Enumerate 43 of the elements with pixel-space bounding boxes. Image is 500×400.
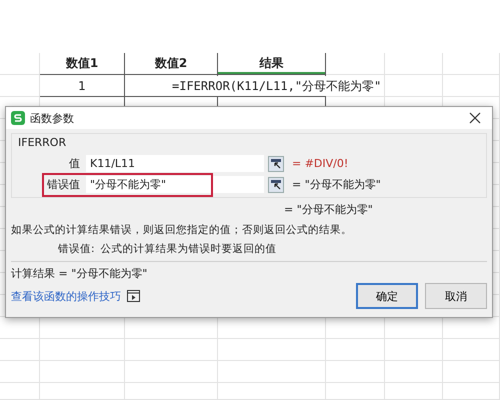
grid-cell — [326, 53, 385, 75]
formula-result: = "分母不能为零" — [284, 202, 374, 217]
grid-cell — [0, 339, 40, 361]
help-link[interactable]: 查看该函数的操作技巧 — [11, 288, 121, 304]
argument-result: = #DIV/0! — [292, 157, 348, 170]
argument-help-label: 错误值: — [58, 242, 95, 256]
table-cell: 1 — [40, 75, 125, 97]
argument-label: 错误值 — [46, 177, 81, 192]
grid-cell — [385, 53, 443, 75]
grid-cell — [443, 339, 500, 361]
app-logo-icon — [11, 111, 25, 125]
argument-result: = "分母不能为零" — [292, 177, 381, 192]
argument-help-text: 公式的计算结果为错误时要返回的值 — [100, 242, 277, 256]
grid-cell — [443, 53, 500, 75]
ok-button[interactable]: 确定 — [356, 283, 418, 309]
cell-reference-button[interactable] — [268, 156, 284, 172]
grid-cell — [0, 361, 40, 383]
cancel-button[interactable]: 取消 — [425, 283, 487, 309]
grid-cell — [326, 383, 385, 400]
grid-cell — [0, 75, 40, 97]
grid-cell — [385, 361, 443, 383]
grid-cell — [443, 361, 500, 383]
grid-cell — [326, 339, 385, 361]
dialog-title: 函数参数 — [30, 110, 75, 126]
grid-cell — [385, 339, 443, 361]
grid-cell — [443, 383, 500, 400]
argument-field[interactable]: K11/L11 — [86, 155, 264, 172]
function-name: IFERROR — [18, 136, 68, 149]
column-header: 数值2 — [125, 53, 218, 75]
grid-cell — [326, 361, 385, 383]
argument-label: 值 — [68, 156, 81, 171]
function-description: 如果公式的计算结果错误，则返回您指定的值；否则返回公式的结果。 — [11, 223, 353, 237]
column-header: 结果 — [218, 53, 326, 75]
column-header: 数值1 — [40, 53, 125, 75]
grid-cell — [0, 383, 40, 400]
grid-cell — [0, 53, 40, 75]
formula-text: =IFERROR(K11/L11,"分母不能为零" — [172, 76, 382, 96]
cell-reference-button[interactable] — [268, 176, 284, 192]
argument-field[interactable]: "分母不能为零" — [86, 176, 264, 193]
video-icon[interactable] — [127, 290, 140, 302]
grid-cell — [385, 383, 443, 400]
calculation-result: 计算结果 = "分母不能为零" — [11, 266, 148, 281]
grid-cell — [443, 75, 500, 97]
